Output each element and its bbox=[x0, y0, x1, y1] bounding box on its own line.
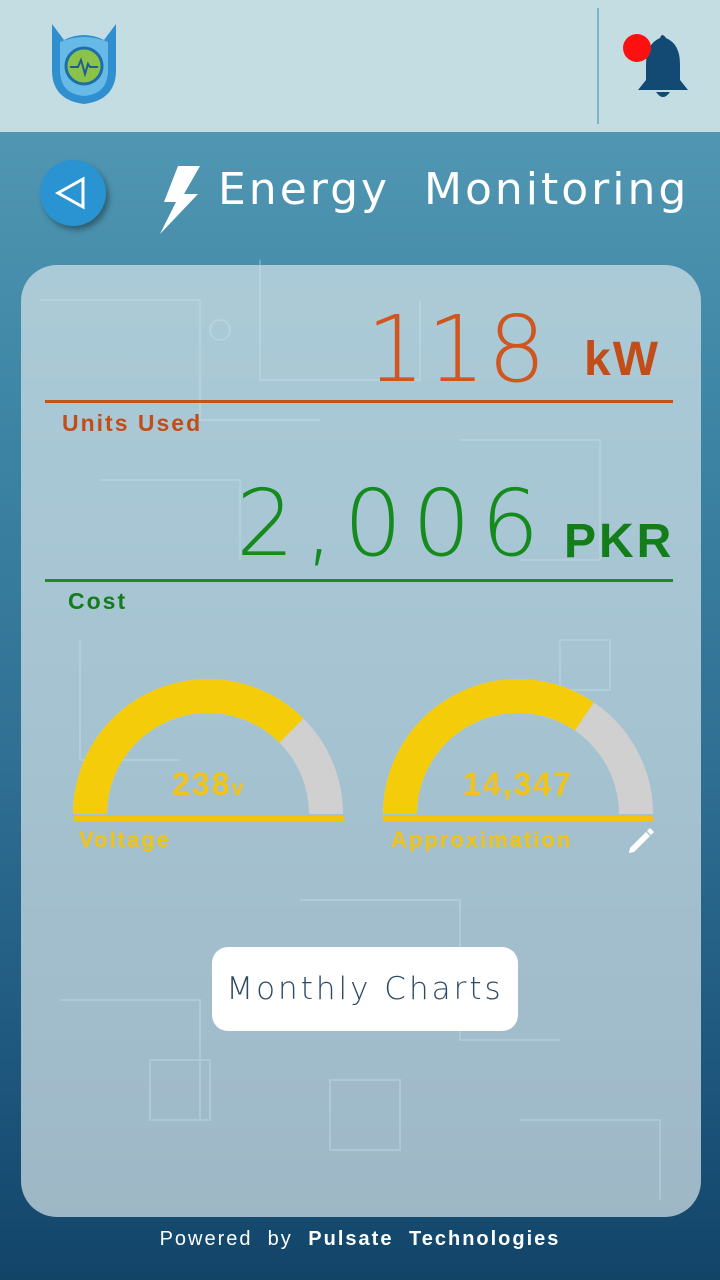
footer: Powered by Pulsate Technologies bbox=[0, 1228, 720, 1251]
footer-brand: Pulsate Technologies bbox=[308, 1228, 561, 1250]
units-unit: kW bbox=[584, 333, 660, 386]
cost-unit: PKR bbox=[564, 515, 675, 568]
cost-value: 2,006 bbox=[236, 470, 550, 577]
voltage-value: 238v bbox=[172, 766, 246, 802]
units-divider bbox=[45, 400, 673, 403]
cost-divider bbox=[45, 579, 673, 582]
voltage-baseline bbox=[74, 816, 344, 821]
pulse-shield-logo-icon bbox=[52, 24, 116, 104]
top-bar bbox=[0, 0, 720, 132]
page-title: Energy Monitoring bbox=[218, 164, 690, 215]
approximation-value: 14,347 bbox=[463, 766, 573, 802]
header-divider bbox=[597, 8, 599, 124]
back-button[interactable] bbox=[40, 160, 106, 226]
approximation-baseline bbox=[383, 816, 653, 821]
footer-prefix: Powered by bbox=[159, 1228, 293, 1250]
bell-icon[interactable] bbox=[620, 30, 692, 104]
monthly-charts-button[interactable]: Monthly Charts bbox=[212, 947, 518, 1031]
voltage-unit: v bbox=[231, 775, 246, 800]
cost-label: Cost bbox=[68, 588, 128, 614]
units-label: Units Used bbox=[62, 410, 203, 436]
lightning-bolt-icon bbox=[160, 166, 200, 234]
back-triangle-icon bbox=[54, 176, 85, 210]
units-value: 118 bbox=[366, 296, 548, 403]
pencil-icon[interactable] bbox=[626, 826, 656, 856]
approximation-label: Approximation bbox=[391, 827, 573, 852]
voltage-label: Voltage bbox=[79, 827, 171, 852]
